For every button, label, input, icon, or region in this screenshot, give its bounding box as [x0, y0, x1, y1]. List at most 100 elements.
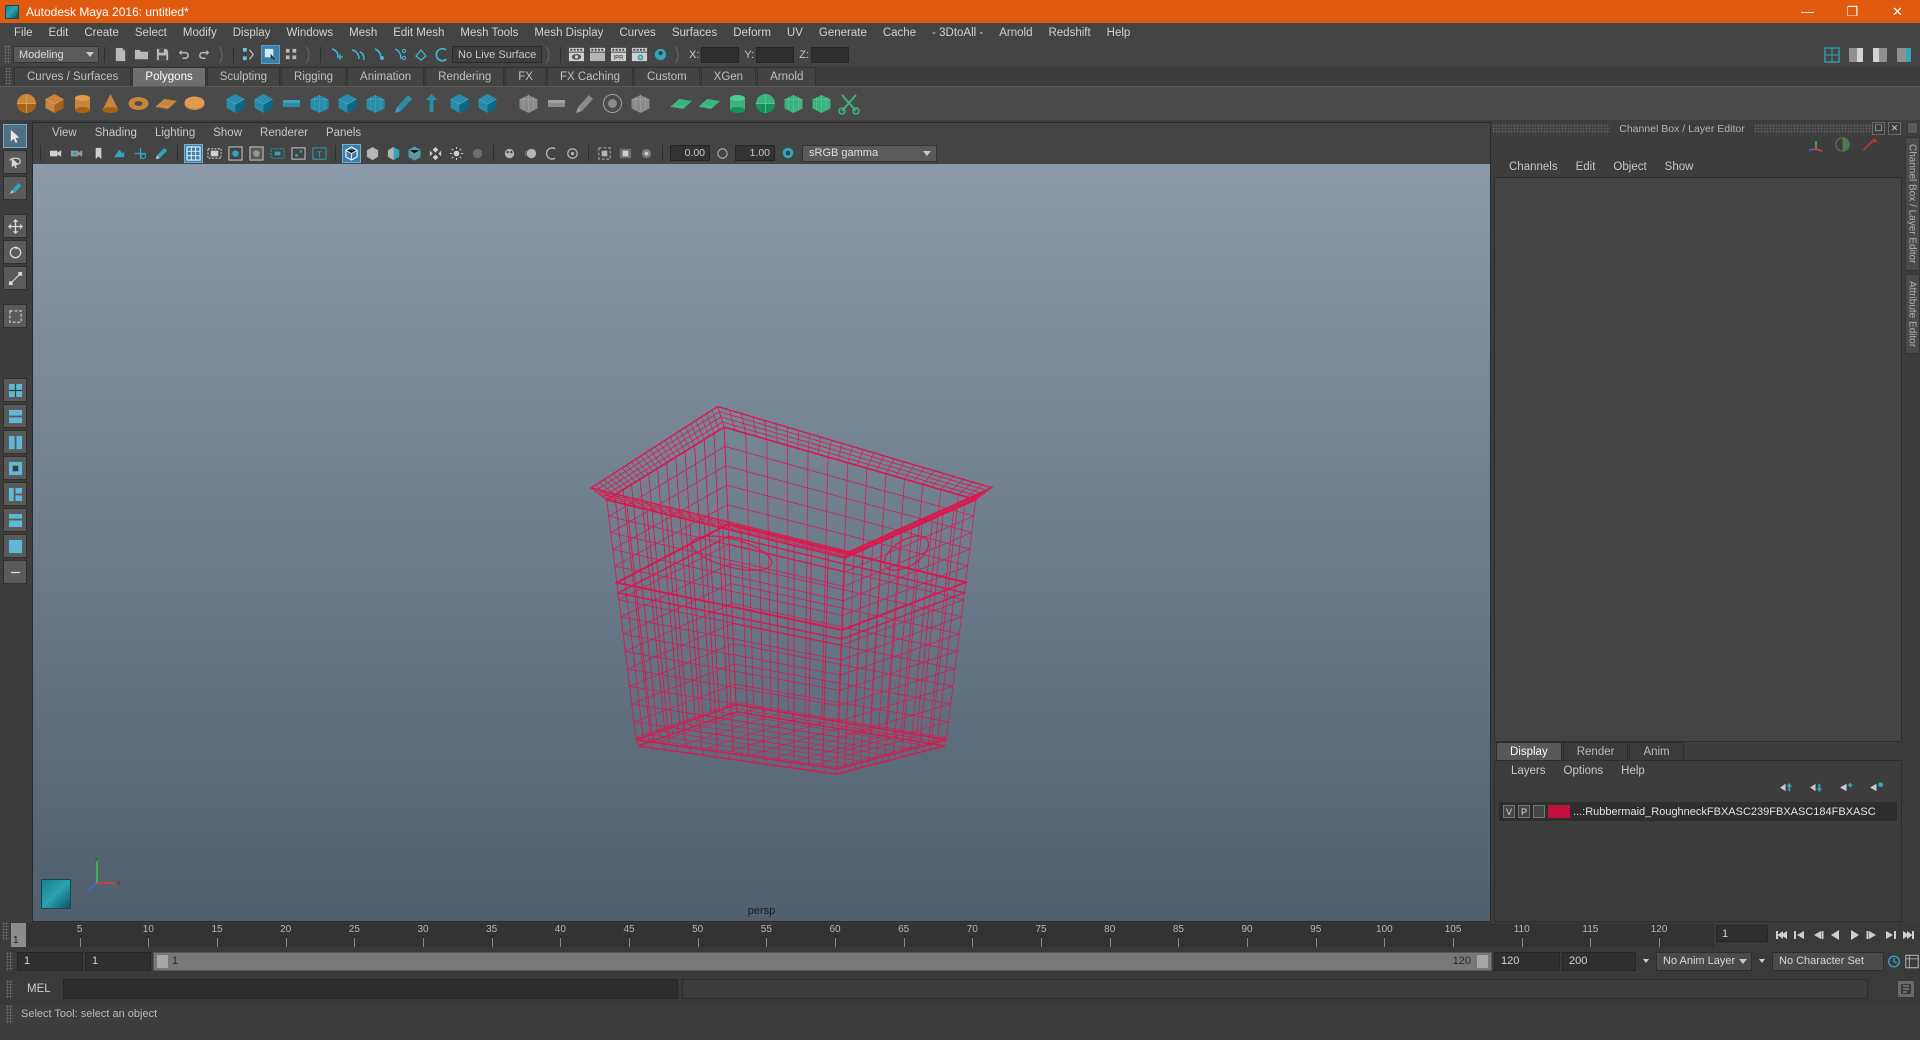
two-d-pan-zoom-icon[interactable] [131, 144, 150, 163]
depth-of-field-icon[interactable] [563, 144, 582, 163]
panel-drag-dots[interactable] [1492, 124, 1611, 133]
maximize-button[interactable]: ❐ [1830, 0, 1875, 23]
select-by-hierarchy-button[interactable] [240, 45, 259, 64]
menu-item-select[interactable]: Select [127, 23, 175, 43]
paint-select-tool-button[interactable] [3, 176, 27, 200]
shelf-icon-spherical-uv[interactable] [753, 91, 778, 116]
color-profile-dropdown[interactable]: sRGB gamma [802, 144, 937, 162]
range-slider[interactable]: 1 120 [153, 951, 1492, 971]
live-surface-field[interactable]: No Live Surface [452, 46, 542, 63]
move-tool-button[interactable] [3, 214, 27, 238]
menu-item-cache[interactable]: Cache [875, 23, 924, 43]
snap-to-grid-button[interactable] [327, 45, 346, 64]
toggle-modeling-toolkit-button[interactable] [1822, 45, 1841, 64]
shelf-icon-cut-uv[interactable] [837, 91, 862, 116]
multisample-aa-icon[interactable] [542, 144, 561, 163]
snap-to-curve-button[interactable] [348, 45, 367, 64]
shelf-icon-booleans[interactable] [307, 91, 332, 116]
shelf-icon-offset-edge-loop[interactable] [544, 91, 569, 116]
step-forward-frame-icon[interactable] [1864, 927, 1880, 943]
menu-item-mesh-display[interactable]: Mesh Display [526, 23, 611, 43]
panel-drag-dots[interactable] [1753, 124, 1872, 133]
menu-item-edit[interactable]: Edit [41, 23, 77, 43]
viewport-menu-lighting[interactable]: Lighting [146, 127, 204, 139]
xray-joints-icon[interactable] [637, 144, 656, 163]
gamma-value[interactable]: 1.00 [735, 145, 775, 161]
hypershade-button[interactable] [651, 45, 670, 64]
step-back-key-icon[interactable] [1792, 927, 1808, 943]
manipulator-axis-icon[interactable] [1807, 137, 1825, 158]
shelf-tab-fx[interactable]: FX [505, 67, 546, 86]
shelf-icon-bevel[interactable] [447, 91, 472, 116]
shelf-icon-automatic-uv[interactable] [781, 91, 806, 116]
menu-item-display[interactable]: Display [225, 23, 279, 43]
shelf-icon-polygon-disc[interactable] [182, 91, 207, 116]
shaded-sphere-icon[interactable] [1834, 136, 1851, 158]
menu-item-surfaces[interactable]: Surfaces [664, 23, 725, 43]
go-to-start-icon[interactable] [1774, 927, 1790, 943]
shelf-icon-quad-draw[interactable] [628, 91, 653, 116]
exposure-value[interactable]: 0.00 [670, 145, 710, 161]
shelf-icon-planar-uv[interactable] [697, 91, 722, 116]
scroll-up-button[interactable] [1906, 122, 1918, 134]
layer-type-toggle[interactable] [1533, 805, 1545, 818]
channelbox-menu-channels[interactable]: Channels [1500, 161, 1567, 173]
shelf-icon-polygon-cone[interactable] [98, 91, 123, 116]
layer-row[interactable]: V P ...:Rubbermaid_RoughneckFBXASC239FBXAS… [1499, 802, 1897, 821]
panel-undock-button[interactable]: ☐ [1872, 122, 1885, 135]
select-camera-icon[interactable] [47, 144, 66, 163]
smooth-shade-all-icon[interactable] [363, 144, 382, 163]
open-scene-button[interactable] [132, 45, 151, 64]
toggle-attribute-editor-button[interactable] [1846, 45, 1865, 64]
shelf-tab-curves-surfaces[interactable]: Curves / Surfaces [14, 67, 132, 86]
minimize-button[interactable]: — [1785, 0, 1830, 23]
render-settings-button[interactable] [630, 45, 649, 64]
wireframe-on-shaded-icon[interactable] [405, 144, 424, 163]
menu-item-windows[interactable]: Windows [278, 23, 341, 43]
toggle-channel-box-button[interactable] [1894, 45, 1913, 64]
snap-to-projected-center-button[interactable] [390, 45, 409, 64]
help-line-icon[interactable] [1898, 981, 1914, 997]
smooth-shade-selected-icon[interactable] [384, 144, 403, 163]
range-grip[interactable] [6, 951, 13, 971]
input-output-arrow-icon[interactable] [1860, 136, 1878, 158]
range-start-field[interactable]: 1 [17, 951, 83, 971]
color-management-toggle-icon[interactable] [778, 144, 797, 163]
wireframe-model-rubbermaid-crate[interactable] [33, 164, 1490, 921]
camera-attributes-icon[interactable] [68, 144, 87, 163]
make-live-button[interactable] [432, 45, 451, 64]
panel-close-button[interactable]: ✕ [1888, 122, 1901, 135]
layer-menu-help[interactable]: Help [1612, 765, 1654, 777]
motion-blur-icon[interactable] [521, 144, 540, 163]
current-frame-field[interactable]: 1 [1716, 925, 1768, 942]
snap-to-view-planes-button[interactable] [411, 45, 430, 64]
menu-item-create[interactable]: Create [76, 23, 127, 43]
viewport-menu-renderer[interactable]: Renderer [251, 127, 317, 139]
go-to-end-icon[interactable] [1900, 927, 1916, 943]
view-layout-single-button[interactable] [3, 534, 27, 558]
z-input[interactable] [810, 46, 849, 63]
step-back-frame-icon[interactable] [1810, 927, 1826, 943]
shelf-tab-arnold[interactable]: Arnold [757, 67, 817, 86]
rotate-tool-button[interactable] [3, 240, 27, 264]
shelf-tab-xgen[interactable]: XGen [700, 67, 757, 86]
shelf-icon-polygon-torus[interactable] [126, 91, 151, 116]
view-layout-persp-uv-button[interactable] [3, 508, 27, 532]
menu-item-redshift[interactable]: Redshift [1040, 23, 1098, 43]
shelf-icon-separate[interactable] [251, 91, 276, 116]
layer-menu-layers[interactable]: Layers [1502, 765, 1555, 777]
play-backwards-icon[interactable] [1828, 927, 1844, 943]
shelf-icon-insert-edge-loop[interactable] [516, 91, 541, 116]
view-layout-persp-outliner-button[interactable] [3, 404, 27, 428]
current-time-indicator[interactable]: 1 [11, 923, 26, 947]
scale-tool-button[interactable] [3, 266, 27, 290]
command-line-grip[interactable] [6, 979, 13, 999]
select-by-component-type-button[interactable] [282, 45, 301, 64]
shelf-icon-extract[interactable] [279, 91, 304, 116]
menu-item-mesh[interactable]: Mesh [341, 23, 385, 43]
grid-toggle-icon[interactable] [184, 143, 203, 163]
snap-to-point-button[interactable] [369, 45, 388, 64]
select-by-object-type-button[interactable] [261, 45, 280, 64]
shelf-tab-sculpting[interactable]: Sculpting [206, 67, 281, 86]
step-forward-key-icon[interactable] [1882, 927, 1898, 943]
